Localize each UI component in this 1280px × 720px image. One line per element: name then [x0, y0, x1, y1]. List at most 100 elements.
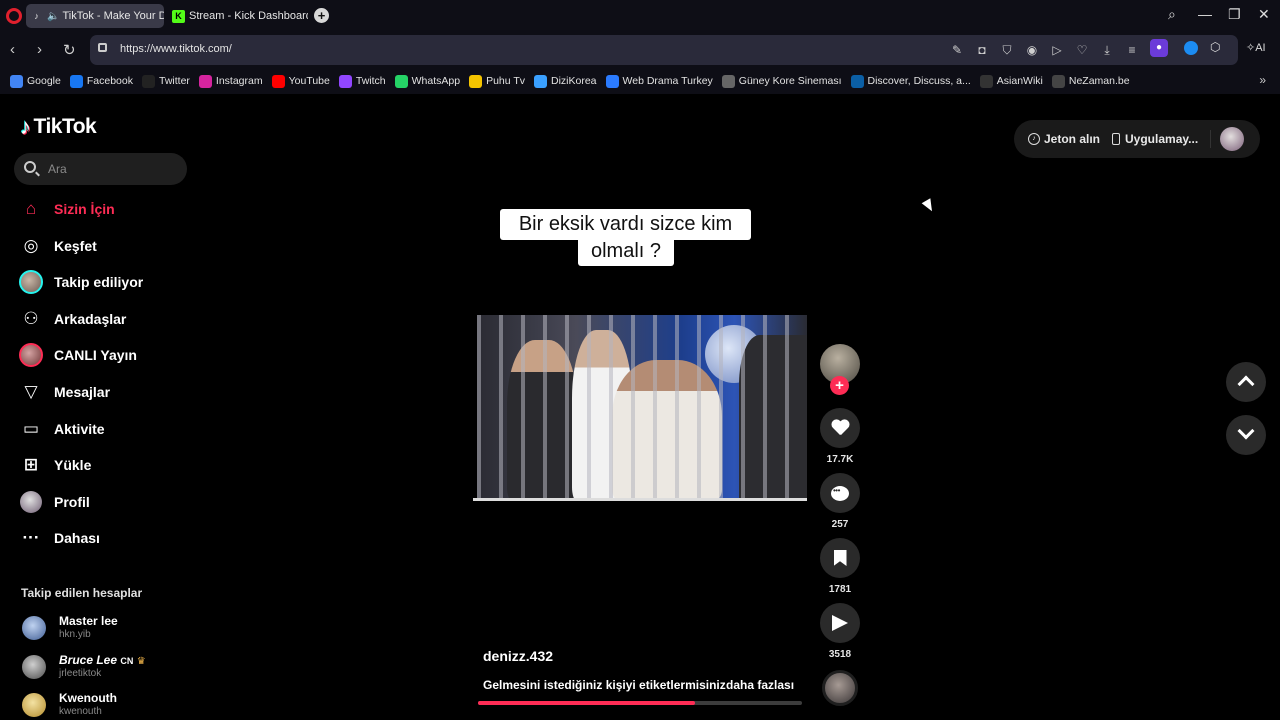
url-text[interactable]: https://www.tiktok.com/ [120, 43, 232, 55]
sidebar-item-6[interactable]: ▭ Aktivite [18, 414, 208, 444]
sidebar-item-4[interactable]: CANLI Yayın [18, 340, 208, 370]
shield-icon[interactable]: ⛉ [1000, 43, 1014, 58]
save-count: 1781 [828, 584, 852, 595]
sidebar-item-7[interactable]: ⊞ Yükle [18, 450, 208, 480]
opera-logo-icon[interactable] [6, 8, 22, 24]
tab-tiktok[interactable]: ♪ 🔈 TikTok - Make Your Da [26, 4, 164, 28]
following-account[interactable]: Kwenouth kwenouth [22, 691, 222, 720]
compass-icon: ◎ [23, 235, 39, 255]
ai-button[interactable]: ✧AI [1246, 41, 1266, 54]
bookmark-facebook[interactable]: Facebook [69, 74, 133, 88]
search-icon [24, 161, 36, 173]
restore-button[interactable]: ❐ [1228, 6, 1241, 23]
bookmark-g-ney-kore-sinemas[interactable]: Güney Kore Sineması [721, 74, 842, 88]
comment-count: 257 [831, 519, 849, 530]
music-disc-icon[interactable] [822, 670, 858, 706]
url-field[interactable]: https://www.tiktok.com/ ✎ ◘ ⛉ ◉ ▷ ♡ ⤓ ≡ [90, 35, 1238, 65]
profile-extension-icon[interactable]: ● [1150, 39, 1168, 57]
bookmark-youtube[interactable]: YouTube [271, 74, 330, 88]
get-coins-label: Jeton alın [1044, 132, 1101, 146]
bookmark-dizikorea[interactable]: DiziKorea [534, 74, 597, 88]
avatar [22, 693, 46, 717]
more-icon: ··· [22, 528, 40, 548]
search-input[interactable]: Ara [48, 162, 67, 176]
minimize-button[interactable]: — [1198, 6, 1212, 22]
bookmark-google[interactable]: Google [10, 74, 61, 88]
playback-progress-bar[interactable] [478, 701, 802, 705]
sidebar-item-3[interactable]: ⚇ Arkadaşlar [18, 304, 208, 334]
browser-tabbar: ♪ 🔈 TikTok - Make Your Da K Stream - Kic… [0, 0, 1280, 32]
bookmark-web-drama-turkey[interactable]: Web Drama Turkey [605, 74, 713, 88]
reload-button[interactable]: ↻ [63, 41, 76, 59]
bookmark-label: Güney Kore Sineması [738, 75, 842, 87]
account-name: Bruce Lee [59, 653, 118, 667]
vpn-icon[interactable]: ◉ [1025, 43, 1039, 58]
kore-sinema-icon [721, 74, 735, 88]
bookmark-puhu-tv[interactable]: Puhu Tv [469, 74, 525, 88]
get-app-label: Uygulamay... [1125, 132, 1199, 146]
bookmark-label: NeZaman.be [1068, 75, 1130, 87]
get-app-button[interactable]: Uygulamay... [1112, 132, 1198, 146]
menu-icon[interactable]: ≡ [1125, 43, 1139, 58]
forward-button[interactable]: › [37, 41, 42, 58]
follow-plus-button[interactable]: + [830, 376, 849, 395]
bookmark-instagram[interactable]: Instagram [198, 74, 263, 88]
sidebar-item-8[interactable]: Profil [18, 487, 208, 517]
bookmark-icon [833, 550, 847, 566]
bookmark-twitter[interactable]: Twitter [141, 74, 190, 88]
video-frame-edge [473, 498, 807, 501]
tiktok-note-icon: ♪ [20, 114, 31, 139]
speaker-icon[interactable]: 🔈 [47, 11, 59, 22]
user-avatar[interactable] [1220, 127, 1244, 151]
cube-extension-icon[interactable]: ⬡ [1210, 40, 1220, 54]
video-bars [477, 315, 807, 501]
video-player[interactable] [477, 315, 807, 501]
bookmark-discover-discuss-a[interactable]: Discover, Discuss, a... [850, 74, 971, 88]
bookmark-label: Facebook [86, 75, 133, 87]
bookmark-label: Twitch [355, 75, 386, 87]
following-account[interactable]: Bruce Lee CN ♛ jrleetiktok [22, 653, 222, 693]
camera-icon[interactable]: ◘ [975, 43, 989, 58]
account-username: hkn.yib [59, 629, 91, 640]
next-video-button[interactable] [1226, 415, 1266, 455]
previous-video-button[interactable] [1226, 362, 1266, 402]
shazam-extension-icon[interactable] [1184, 41, 1198, 55]
heart-icon[interactable]: ♡ [1075, 43, 1089, 58]
bookmark-whatsapp[interactable]: WhatsApp [394, 74, 460, 88]
bookmark-label: Discover, Discuss, a... [867, 75, 971, 87]
see-more-button[interactable]: daha fazlası [726, 678, 794, 692]
following-account[interactable]: Master lee hkn.yib [22, 614, 222, 654]
coin-icon: ♪ [1028, 133, 1040, 145]
back-button[interactable]: ‹ [10, 41, 15, 58]
bookmark-asianwiki[interactable]: AsianWiki [979, 74, 1043, 88]
asianwiki-icon [979, 74, 993, 88]
search-box[interactable]: Ara [14, 153, 187, 185]
sidebar-item-1[interactable]: ◎ Keşfet [18, 231, 208, 261]
new-tab-button[interactable]: + [314, 8, 329, 23]
sidebar-item-2[interactable]: Takip ediliyor [18, 267, 208, 297]
close-window-button[interactable]: ✕ [1258, 6, 1270, 23]
share-button[interactable] [820, 603, 860, 643]
sidebar-item-5[interactable]: ▽ Mesajlar [18, 377, 208, 407]
sidebar-item-0[interactable]: ⌂ Sizin İçin [18, 194, 208, 224]
save-button[interactable] [820, 538, 860, 578]
like-button[interactable] [820, 408, 860, 448]
bookmark-twitch[interactable]: Twitch [338, 74, 386, 88]
tab-kick[interactable]: K Stream - Kick Dashboard [168, 4, 308, 28]
creator-username[interactable]: denizz.432 [483, 648, 553, 664]
instagram-icon [198, 74, 212, 88]
bookmarks-overflow-button[interactable]: » [1259, 73, 1266, 87]
edit-icon[interactable]: ✎ [950, 43, 964, 58]
search-tabs-icon[interactable]: ⌕ [1168, 6, 1176, 23]
tiktok-logo[interactable]: ♪ TikTok [20, 114, 97, 140]
address-bar-row: ‹ › ↻ https://www.tiktok.com/ ✎ ◘ ⛉ ◉ ▷ … [0, 32, 1280, 68]
upload-icon: ⊞ [23, 455, 39, 475]
download-icon[interactable]: ⤓ [1100, 43, 1114, 58]
comment-button[interactable] [820, 473, 860, 513]
sidebar-item-label: Sizin İçin [54, 201, 115, 217]
sidebar-item-9[interactable]: ··· Dahası [18, 523, 208, 553]
sidebar-item-label: Keşfet [54, 237, 97, 254]
get-coins-button[interactable]: ♪ Jeton alın [1028, 132, 1100, 146]
play-icon[interactable]: ▷ [1050, 43, 1064, 58]
bookmark-nezaman-be[interactable]: NeZaman.be [1051, 74, 1130, 88]
